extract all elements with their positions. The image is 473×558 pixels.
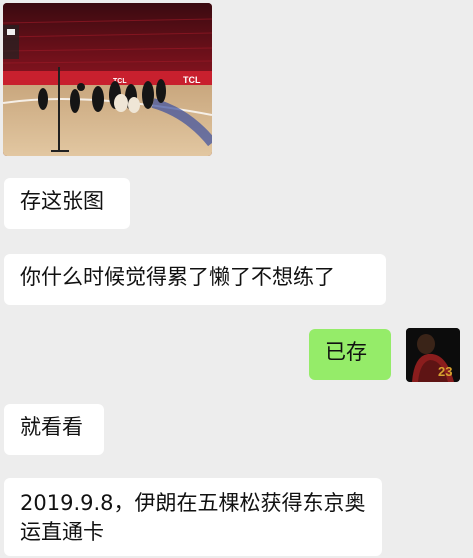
message-text: 2019.9.8，伊朗在五棵松获得东京奥运直通卡 xyxy=(20,491,366,544)
message-bubble-received[interactable]: 就看看 xyxy=(4,404,104,455)
basketball-court-photo: TCL TCL xyxy=(3,3,212,156)
message-text: 你什么时候觉得累了懒了不想练了 xyxy=(20,265,335,289)
message-text: 就看看 xyxy=(20,415,83,439)
message-bubble-received[interactable]: 你什么时候觉得累了懒了不想练了 xyxy=(4,254,386,305)
ad-board-text: TCL xyxy=(183,75,201,85)
player-avatar-image: 23 xyxy=(406,328,460,382)
message-text: 存这张图 xyxy=(20,189,104,213)
avatar[interactable]: 23 xyxy=(406,328,460,382)
message-text: 已存 xyxy=(325,340,367,364)
photo-message[interactable]: TCL TCL xyxy=(3,3,212,156)
jersey-number: 23 xyxy=(438,364,452,379)
message-bubble-received[interactable]: 存这张图 xyxy=(4,178,130,229)
message-bubble-received[interactable]: 2019.9.8，伊朗在五棵松获得东京奥运直通卡 xyxy=(4,478,382,556)
message-bubble-sent[interactable]: 已存 xyxy=(309,329,391,380)
